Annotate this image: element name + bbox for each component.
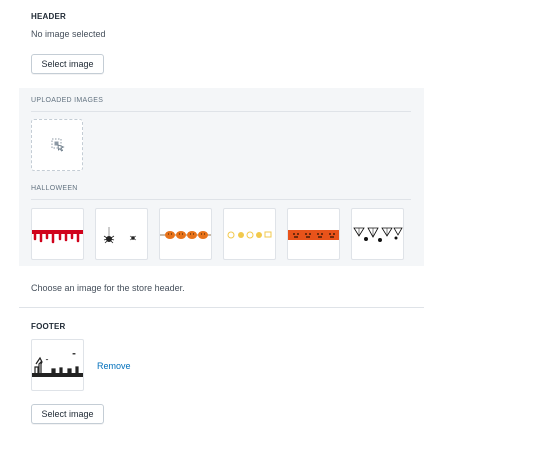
section-divider	[19, 307, 424, 308]
footer-select-image-button[interactable]: Select image	[31, 404, 104, 424]
upload-image-dropzone[interactable]	[31, 119, 83, 171]
footer-remove-link[interactable]: Remove	[97, 361, 131, 371]
spiders-image	[103, 227, 137, 244]
haunted-graveyard-image	[32, 353, 83, 377]
smiley-pumpkins-image	[227, 231, 272, 239]
pumpkins-image	[160, 231, 211, 239]
image-picker-panel: UPLOADED IMAGES HALLOWEEN	[19, 88, 424, 266]
footer-thumbnail[interactable]	[31, 339, 84, 391]
header-select-image-button[interactable]: Select image	[31, 54, 104, 74]
thumbnail-pumpkins[interactable]	[159, 208, 212, 260]
halloween-label: HALLOWEEN	[31, 185, 78, 192]
thumbnail-spider-webs[interactable]	[351, 208, 404, 260]
thumbnail-spiders[interactable]	[95, 208, 148, 260]
header-status-text: No image selected	[31, 29, 106, 39]
upload-image-icon	[51, 138, 65, 152]
header-help-text: Choose an image for the store header.	[31, 283, 185, 293]
thumbnail-blood-drip[interactable]	[31, 208, 84, 260]
uploaded-divider	[31, 111, 411, 112]
orange-banner-image	[288, 230, 339, 240]
halloween-divider	[31, 199, 411, 200]
footer-section-title: FOOTER	[31, 322, 66, 331]
thumbnail-orange-banner[interactable]	[287, 208, 340, 260]
header-section-title: HEADER	[31, 12, 66, 21]
thumbnail-smiley-pumpkins[interactable]	[223, 208, 276, 260]
spider-webs-image	[353, 227, 403, 242]
blood-drip-image	[32, 230, 83, 244]
uploaded-images-label: UPLOADED IMAGES	[31, 97, 104, 104]
